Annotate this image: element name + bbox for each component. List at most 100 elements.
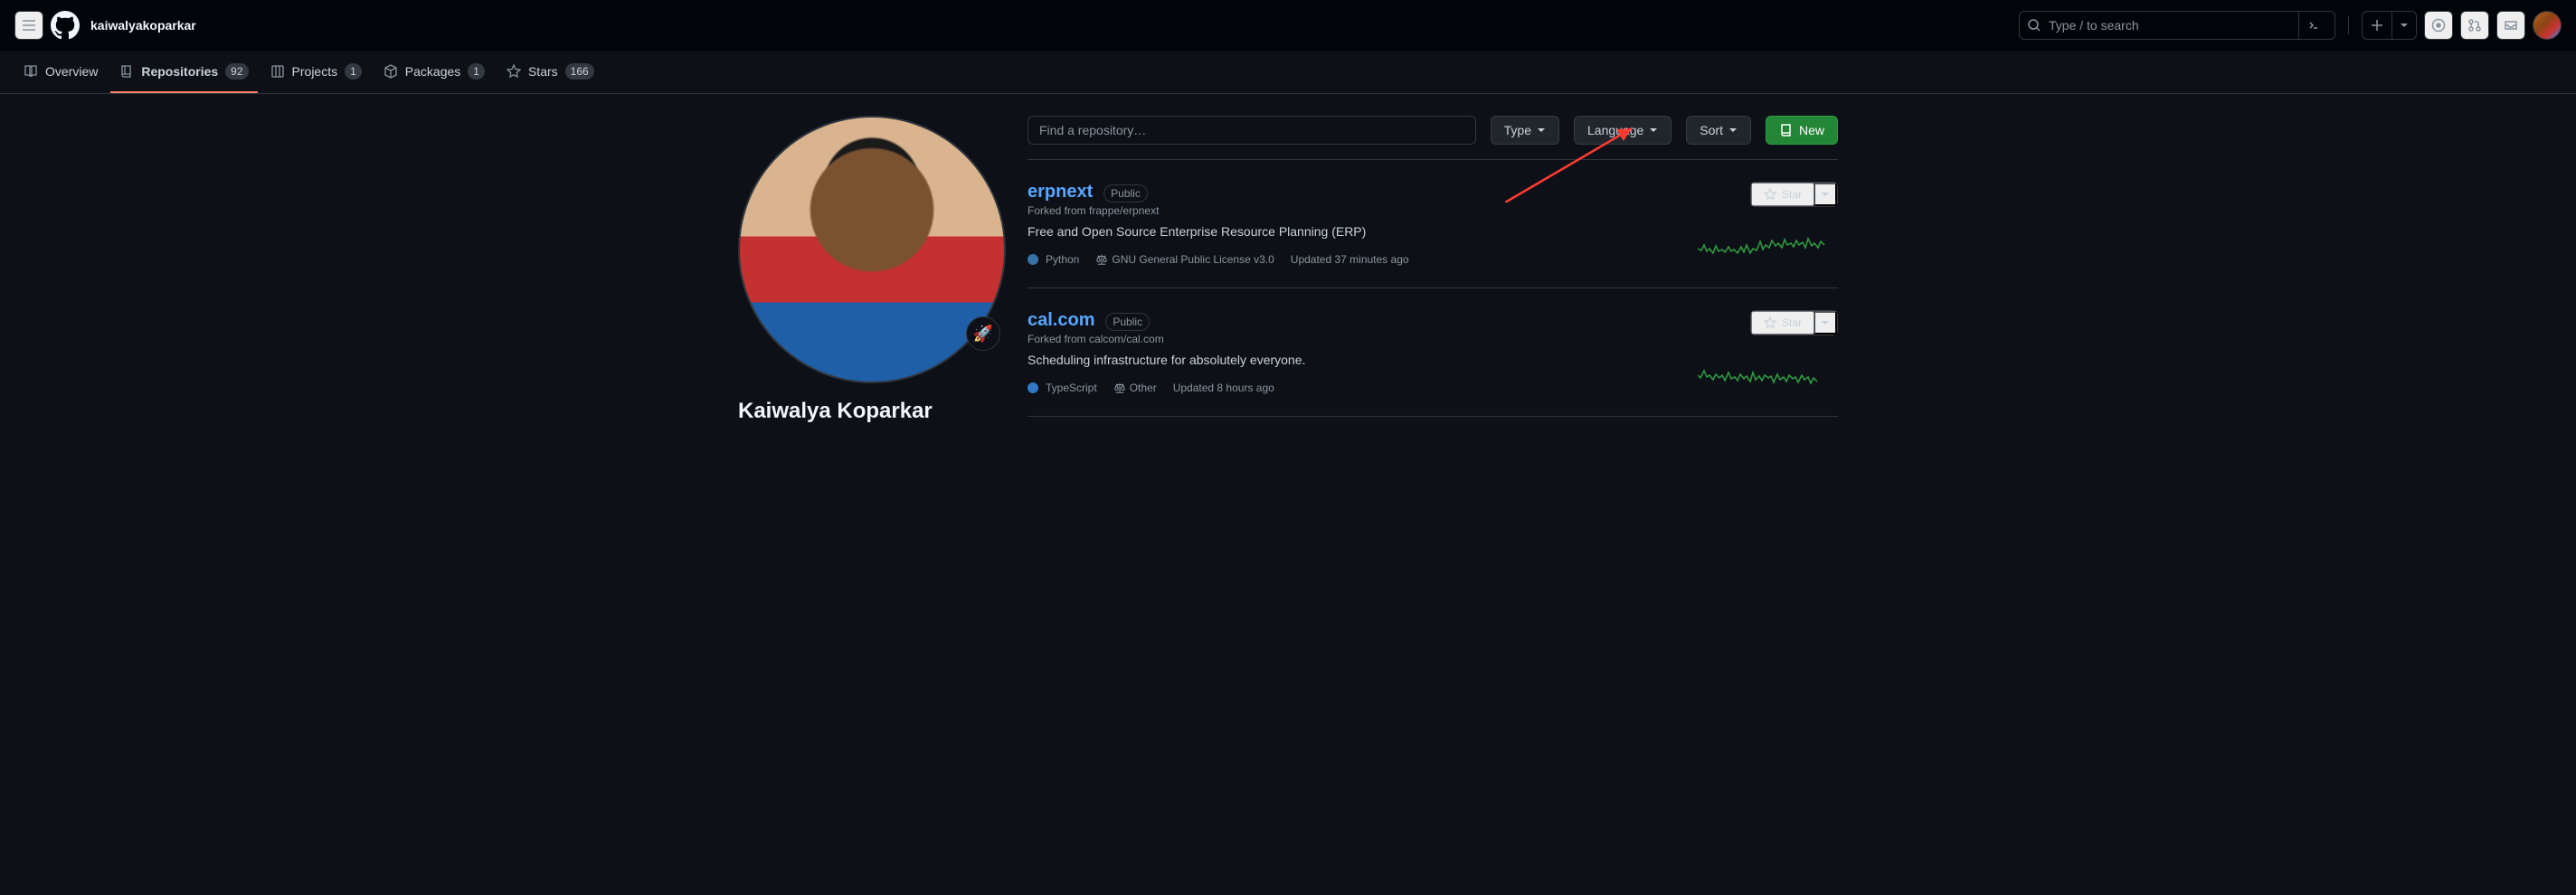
repo-description: Free and Open Source Enterprise Resource… — [1028, 224, 1670, 239]
global-header: kaiwalyakoparkar Type / to search — [0, 0, 2576, 51]
new-label: New — [1799, 123, 1824, 137]
tab-count: 1 — [468, 63, 485, 80]
repo-language: Python — [1028, 253, 1079, 266]
package-icon — [384, 64, 398, 79]
star-list-dropdown[interactable] — [1814, 183, 1837, 206]
tab-repositories[interactable]: Repositories 92 — [110, 51, 257, 93]
issues-button[interactable] — [2424, 11, 2453, 40]
caret-down-icon — [1537, 126, 1546, 135]
tab-stars[interactable]: Stars 166 — [497, 51, 603, 93]
tab-packages[interactable]: Packages 1 — [374, 51, 494, 93]
repo-updated: Updated 8 hours ago — [1173, 382, 1274, 394]
repo-item: cal.com Public Forked from calcom/cal.co… — [1028, 288, 1838, 417]
divider — [2348, 16, 2349, 34]
star-button[interactable]: Star — [1751, 311, 1814, 334]
filter-row: Type Language Sort New — [1028, 116, 1838, 145]
status-emoji: 🚀 — [973, 325, 993, 344]
star-button[interactable]: Star — [1751, 183, 1814, 206]
repo-license: GNU General Public License v3.0 — [1095, 253, 1274, 266]
repo-icon — [1779, 123, 1794, 137]
dd-label: Type — [1504, 123, 1531, 137]
repo-panel: Type Language Sort New erpnext — [1028, 116, 1838, 425]
issue-icon — [2431, 18, 2446, 33]
star-icon — [1764, 316, 1776, 329]
project-icon — [270, 64, 285, 79]
license-text: Other — [1130, 382, 1157, 394]
book-icon — [24, 64, 38, 79]
fork-source[interactable]: Forked from frappe/erpnext — [1028, 204, 1670, 217]
language-filter-button[interactable]: Language — [1574, 116, 1672, 145]
hamburger-icon — [22, 18, 36, 33]
tab-count: 92 — [225, 63, 248, 80]
fork-source[interactable]: Forked from calcom/cal.com — [1028, 333, 1670, 345]
star-button-group: Star — [1750, 310, 1838, 335]
tab-count: 1 — [345, 63, 362, 80]
activity-sparkline — [1698, 232, 1838, 258]
status-badge[interactable]: 🚀 — [966, 316, 1000, 351]
profile-nav: Overview Repositories 92 Projects 1 Pack… — [0, 51, 2576, 94]
global-search[interactable]: Type / to search — [2019, 11, 2335, 40]
language-dot — [1028, 382, 1038, 393]
tab-overview[interactable]: Overview — [14, 51, 107, 93]
notifications-button[interactable] — [2496, 11, 2525, 40]
star-list-dropdown[interactable] — [1814, 311, 1837, 334]
dd-label: Sort — [1700, 123, 1723, 137]
profile-avatar-wrap: 🚀 — [738, 116, 1006, 383]
new-repository-button[interactable]: New — [1766, 116, 1838, 145]
caret-down-icon — [1649, 126, 1658, 135]
law-icon — [1113, 382, 1126, 394]
law-icon — [1095, 253, 1108, 266]
language-name: TypeScript — [1046, 382, 1097, 394]
star-label: Star — [1782, 316, 1802, 329]
language-name: Python — [1046, 253, 1079, 266]
type-filter-button[interactable]: Type — [1491, 116, 1559, 145]
caret-down-icon — [1821, 190, 1830, 199]
repo-updated: Updated 37 minutes ago — [1291, 253, 1409, 266]
find-repository-input[interactable] — [1028, 116, 1476, 145]
profile-fullname: Kaiwalya Koparkar — [738, 398, 1006, 425]
pull-requests-button[interactable] — [2460, 11, 2489, 40]
tab-label: Stars — [528, 64, 558, 79]
tab-label: Packages — [405, 64, 460, 79]
star-icon — [1764, 188, 1776, 201]
inbox-icon — [2504, 18, 2518, 33]
tab-projects[interactable]: Projects 1 — [261, 51, 371, 93]
tab-label: Repositories — [141, 64, 218, 79]
pull-request-icon — [2467, 18, 2482, 33]
sort-filter-button[interactable]: Sort — [1686, 116, 1751, 145]
dd-label: Language — [1587, 123, 1643, 137]
repo-license: Other — [1113, 382, 1157, 394]
license-text: GNU General Public License v3.0 — [1112, 253, 1274, 266]
profile-sidebar: 🚀 Kaiwalya Koparkar — [738, 116, 1006, 425]
search-placeholder-text: Type / to search — [2049, 18, 2291, 33]
create-new-menu[interactable] — [2362, 11, 2417, 40]
repo-description: Scheduling infrastructure for absolutely… — [1028, 353, 1670, 367]
tab-label: Overview — [45, 64, 98, 79]
visibility-badge: Public — [1103, 184, 1148, 203]
page-content: 🚀 Kaiwalya Koparkar Type Language Sort N… — [709, 94, 1867, 447]
caret-down-icon — [1728, 126, 1738, 135]
repo-item: erpnext Public Forked from frappe/erpnex… — [1028, 160, 1838, 288]
caret-down-icon — [2400, 21, 2409, 30]
repo-icon — [119, 64, 134, 79]
language-dot — [1028, 254, 1038, 265]
profile-avatar[interactable] — [738, 116, 1006, 383]
star-icon — [507, 64, 521, 79]
visibility-badge: Public — [1105, 313, 1150, 331]
breadcrumb-user[interactable]: kaiwalyakoparkar — [90, 18, 196, 33]
star-button-group: Star — [1750, 182, 1838, 207]
github-logo[interactable] — [51, 11, 80, 40]
repo-name-link[interactable]: cal.com — [1028, 310, 1094, 330]
command-palette-icon[interactable] — [2298, 11, 2327, 40]
repo-language: TypeScript — [1028, 382, 1097, 394]
tab-label: Projects — [292, 64, 338, 79]
user-avatar[interactable] — [2533, 11, 2562, 40]
repo-name-link[interactable]: erpnext — [1028, 182, 1093, 202]
activity-sparkline — [1698, 361, 1838, 386]
star-label: Star — [1782, 188, 1802, 201]
caret-down-icon — [1821, 318, 1830, 327]
plus-icon — [2370, 18, 2384, 33]
tab-count: 166 — [565, 63, 594, 80]
hamburger-menu-button[interactable] — [14, 11, 43, 40]
repo-list: erpnext Public Forked from frappe/erpnex… — [1028, 159, 1838, 417]
